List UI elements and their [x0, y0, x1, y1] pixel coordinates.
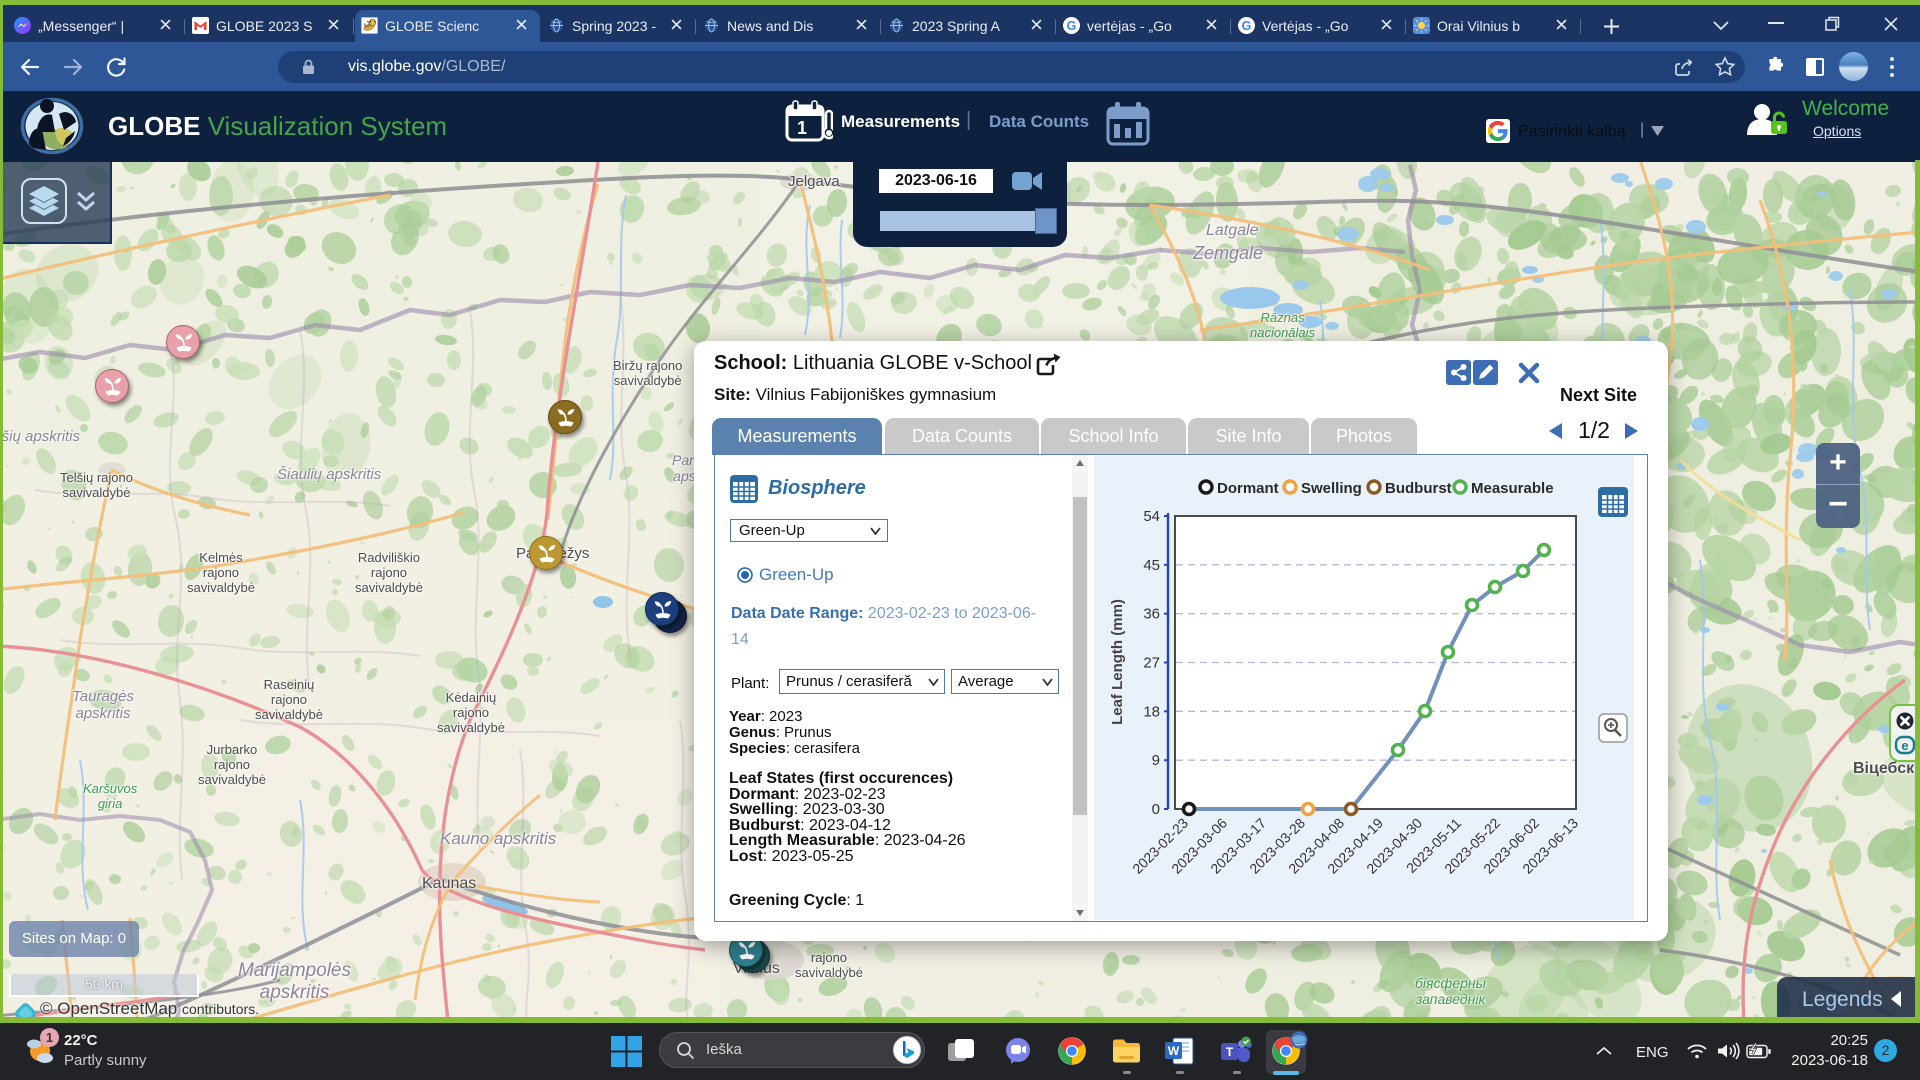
svg-text:Measurable: Measurable: [1471, 480, 1554, 497]
svg-text:0: 0: [1152, 801, 1160, 818]
svg-text:18: 18: [1143, 703, 1160, 720]
svg-text:1: 1: [797, 118, 807, 138]
svg-text:G: G: [1067, 19, 1077, 33]
svg-text:45: 45: [1143, 557, 1160, 574]
svg-text:e: e: [1901, 738, 1908, 753]
svg-text:Budburst: Budburst: [1385, 480, 1452, 497]
svg-text:W: W: [1168, 1044, 1180, 1058]
svg-text:G: G: [1242, 19, 1252, 33]
svg-text:54: 54: [1143, 508, 1160, 525]
svg-text:36: 36: [1143, 606, 1160, 623]
svg-text:Swelling: Swelling: [1301, 480, 1362, 497]
svg-text:9: 9: [1152, 752, 1160, 769]
svg-text:27: 27: [1143, 655, 1160, 672]
svg-text:Dormant: Dormant: [1217, 480, 1279, 497]
svg-text:Leaf Length (mm): Leaf Length (mm): [1109, 599, 1126, 725]
svg-text:T: T: [1226, 1045, 1234, 1059]
